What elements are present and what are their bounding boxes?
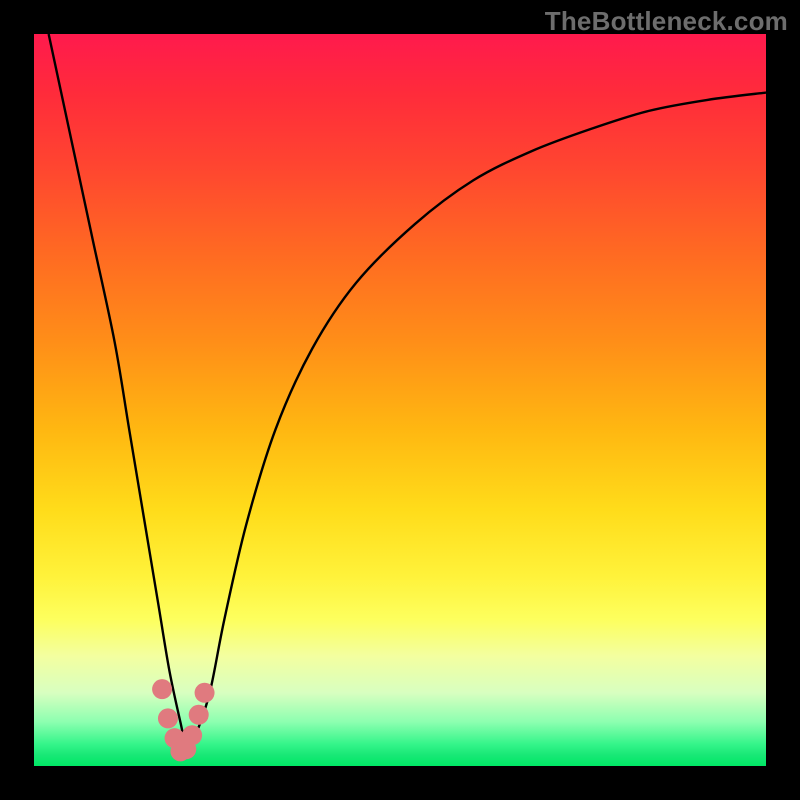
- marker-dot: [152, 679, 172, 699]
- chart-frame: TheBottleneck.com: [0, 0, 800, 800]
- curve-layer: [34, 34, 766, 766]
- marker-dot: [182, 725, 202, 745]
- bottleneck-curve: [49, 34, 766, 752]
- highlight-markers: [152, 679, 214, 761]
- marker-dot: [189, 705, 209, 725]
- attribution-text: TheBottleneck.com: [545, 6, 788, 37]
- marker-dot: [158, 708, 178, 728]
- marker-dot: [195, 683, 215, 703]
- plot-area: [34, 34, 766, 766]
